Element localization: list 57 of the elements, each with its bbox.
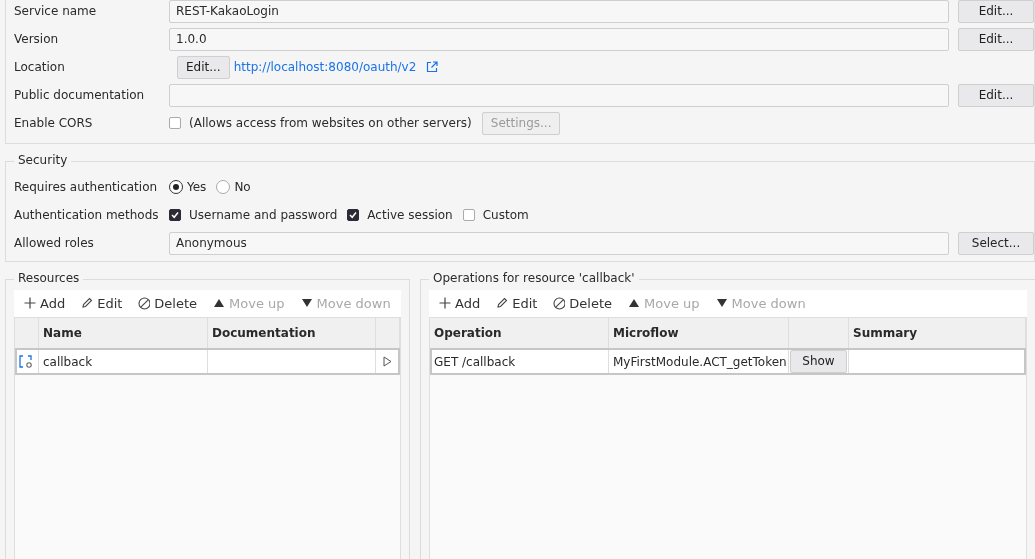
select-button[interactable]: Select... — [958, 231, 1034, 255]
field-label: Location — [14, 59, 66, 76]
toolbar-button[interactable]: Delete — [553, 293, 613, 314]
radio-button[interactable] — [216, 180, 231, 194]
section-title: Operations for resource 'callback' — [429, 270, 639, 286]
circle-slash-icon — [553, 297, 566, 310]
field-label: Authentication methods — [14, 207, 160, 224]
resource-icon — [19, 354, 33, 369]
radio-button[interactable] — [169, 180, 183, 194]
toolbar-button[interactable]: Edit — [496, 293, 538, 314]
checkbox-label: Active session — [367, 207, 453, 224]
checkbox[interactable] — [169, 209, 181, 221]
radio-label: Yes — [187, 179, 207, 196]
circle-slash-icon — [138, 297, 151, 310]
checkbox-label: Custom — [482, 207, 529, 224]
text-field[interactable]: REST-KakaoLogin — [169, 0, 949, 23]
toolbar-button[interactable]: Add — [24, 293, 66, 314]
field-label: Public documentation — [14, 87, 146, 104]
table-row[interactable]: GET /callback MyFirstModule.ACT_getToken Show — [430, 348, 1026, 375]
check-icon — [171, 211, 179, 219]
toolbar-button[interactable]: Add — [439, 293, 481, 314]
text-field[interactable]: 1.0.0 — [169, 27, 949, 51]
text-field[interactable]: Anonymous — [169, 231, 949, 255]
toolbar-button[interactable]: Delete — [138, 293, 198, 314]
edit-button[interactable]: Edit... — [958, 83, 1034, 107]
field-label: Requires authentication — [14, 179, 159, 196]
field-label: Enable CORS — [14, 115, 94, 132]
checkbox[interactable] — [462, 209, 475, 221]
field-label: Allowed roles — [14, 235, 95, 252]
field-label: Service name — [14, 3, 98, 20]
section-title: Security — [14, 152, 72, 168]
table-cell: callback — [39, 348, 208, 375]
location-link[interactable]: http://localhost:8080/oauth/v2 — [233, 58, 417, 76]
play-triangle-icon — [383, 356, 392, 367]
text-field[interactable] — [169, 83, 949, 107]
table-cell: GET /callback — [430, 348, 609, 375]
edit-button[interactable]: Edit... — [958, 0, 1034, 23]
radio-label: No — [234, 179, 251, 196]
pencil-icon — [496, 297, 509, 310]
checkbox-label: (Allows access from websites on other servers) — [189, 115, 472, 132]
edit-button[interactable]: Edit... — [958, 27, 1034, 51]
field-label: Version — [14, 31, 60, 48]
table-row[interactable]: callback — [15, 348, 400, 375]
toolbar-button[interactable]: Edit — [81, 293, 123, 314]
plus-icon — [24, 297, 36, 310]
up-triangle-icon — [628, 297, 641, 310]
checkbox[interactable] — [347, 209, 360, 221]
pencil-icon — [81, 297, 94, 310]
plus-icon — [439, 297, 451, 310]
check-icon — [349, 211, 358, 219]
checkbox[interactable] — [169, 117, 181, 129]
table-cell: MyFirstModule.ACT_getToken — [609, 348, 789, 375]
up-triangle-icon — [213, 297, 226, 310]
external-link-icon — [426, 61, 439, 73]
edit-button[interactable]: Edit... — [177, 55, 230, 79]
checkbox-label: Username and password — [189, 207, 338, 224]
show-button[interactable]: Show — [790, 350, 847, 373]
